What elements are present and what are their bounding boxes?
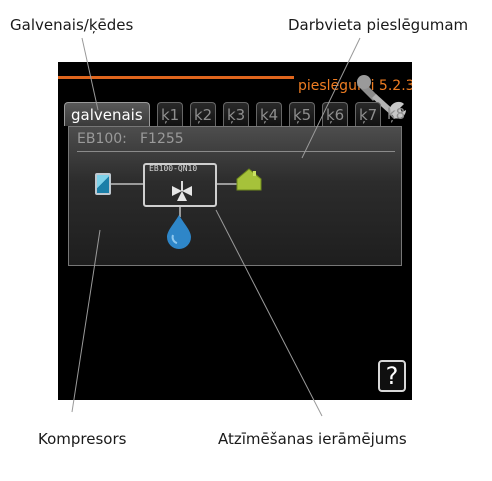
tab-k6[interactable]: ķ6 (322, 102, 349, 126)
valve-label: EB100-QN10 (149, 164, 198, 173)
tab-k2[interactable]: ķ2 (190, 102, 217, 126)
callout-main-chains: Galvenais/ķēdes (10, 16, 134, 34)
flow-lines (111, 183, 237, 217)
tab-k7[interactable]: ķ7 (355, 102, 382, 126)
marking-frame[interactable]: EB100-QN10 (143, 163, 217, 207)
callout-compressor: Kompresors (38, 430, 127, 448)
callout-connection-workplace: Darbvieta pieslēgumam (288, 16, 469, 34)
tab-k8[interactable]: ķ8 (384, 102, 408, 126)
device-screen: pieslēgumi 5.2.3 galvenais ķ1 ķ2 ķ3 ķ4 ķ… (58, 62, 412, 400)
water-drop-icon[interactable] (165, 213, 193, 249)
tab-k5[interactable]: ķ5 (289, 102, 316, 126)
title-accent-bar (58, 76, 294, 79)
valve-icon (172, 181, 192, 201)
house-icon[interactable] (235, 167, 263, 191)
compressor-icon[interactable] (95, 173, 111, 195)
help-icon[interactable]: ? (378, 360, 406, 392)
callout-marking-frame: Atzīmēšanas ierāmējums (218, 430, 407, 448)
connection-workplace-panel: EB100: F1255 EB100-QN10 (68, 126, 402, 266)
tab-k1[interactable]: ķ1 (157, 102, 184, 126)
tab-galvenais[interactable]: galvenais (64, 102, 150, 126)
tab-k3[interactable]: ķ3 (223, 102, 250, 126)
tab-k4[interactable]: ķ4 (256, 102, 283, 126)
